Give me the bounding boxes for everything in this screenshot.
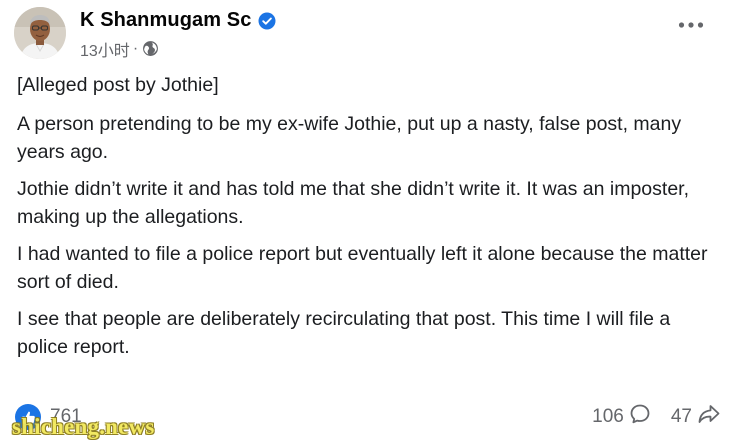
author-name-row: K Shanmugam Sc — [80, 8, 276, 34]
author-avatar[interactable] — [14, 7, 66, 59]
globe-icon[interactable] — [142, 40, 159, 57]
post-timestamp[interactable]: 13小时 — [80, 37, 130, 61]
avatar-photo — [14, 7, 66, 59]
post-paragraph: A person pretending to be my ex-wife Jot… — [17, 112, 682, 164]
comment-count: 106 — [592, 406, 624, 427]
share-count: 47 — [670, 406, 692, 427]
more-options-button[interactable] — [671, 10, 711, 40]
more-dots-icon — [678, 22, 704, 28]
comment-icon — [629, 403, 651, 431]
post-header: K Shanmugam Sc 13小时 · — [14, 4, 276, 62]
post-paragraph: I see that people are deliberately recir… — [17, 307, 671, 359]
like-icon — [15, 404, 41, 430]
post-meta: K Shanmugam Sc 13小时 · — [80, 8, 276, 61]
facebook-post: K Shanmugam Sc 13小时 · [Alleged post by J… — [0, 0, 733, 446]
timestamp-separator: · — [132, 39, 139, 57]
reactions-summary[interactable]: 761 — [15, 404, 82, 430]
post-paragraph: Jothie didn’t write it and has told me t… — [17, 177, 689, 229]
post-paragraph: I had wanted to file a police report but… — [17, 242, 708, 294]
verified-badge-icon — [258, 12, 276, 30]
author-name[interactable]: K Shanmugam Sc — [80, 9, 251, 32]
shares-count-button[interactable]: 47 — [671, 403, 721, 431]
post-timestamp-row: 13小时 · — [80, 37, 276, 61]
share-icon — [697, 403, 721, 431]
post-body: [Alleged post by Jothie] A person preten… — [17, 71, 717, 370]
comments-count-button[interactable]: 106 — [592, 403, 651, 431]
post-paragraph: [Alleged post by Jothie] — [17, 74, 219, 96]
engagement-counts: 106 47 — [592, 403, 721, 431]
reaction-count: 761 — [50, 406, 82, 427]
post-footer: 761 106 47 — [15, 400, 721, 434]
